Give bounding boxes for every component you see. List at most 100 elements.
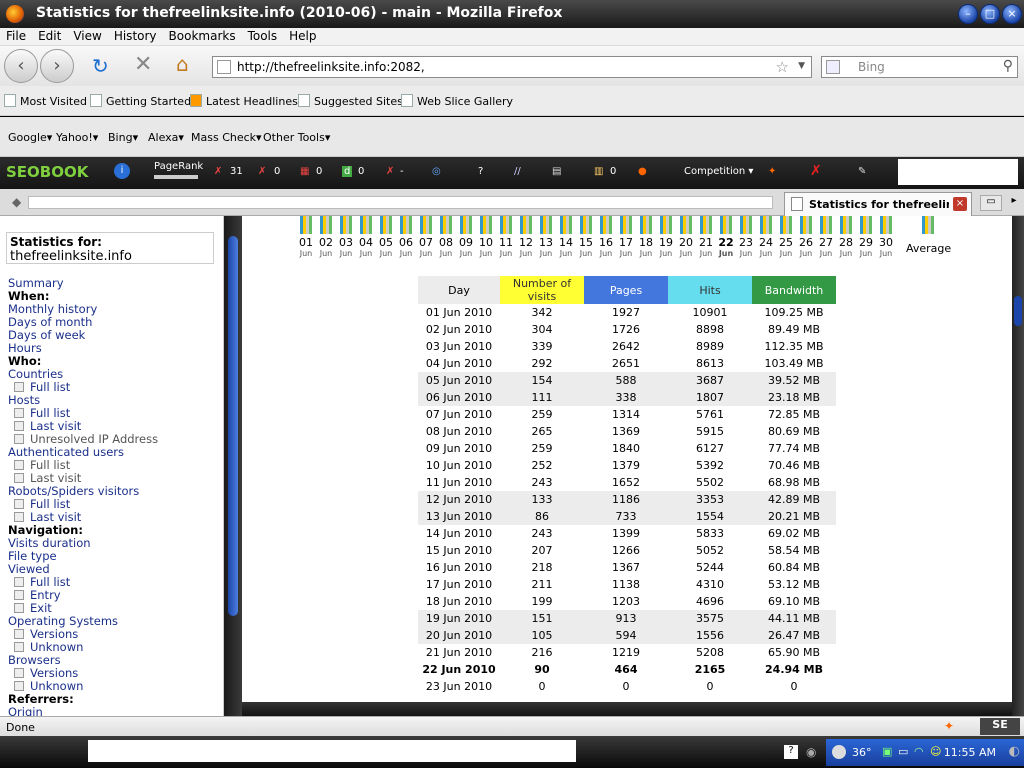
home-icon[interactable]: ⌂ <box>176 52 189 76</box>
weather-icon[interactable] <box>832 745 846 759</box>
scroll-thumb[interactable] <box>228 236 238 616</box>
sidebar-link[interactable]: Entry <box>14 588 61 602</box>
metric-icon[interactable]: ▦ <box>300 166 309 177</box>
sidebar-link[interactable]: Viewed <box>8 562 50 576</box>
seo-status-icon[interactable]: ✦ <box>944 719 954 733</box>
bookmark-web-slice-gallery[interactable]: Web Slice Gallery <box>401 94 513 108</box>
bookmark-most-visited[interactable]: Most Visited <box>4 94 87 108</box>
back-button[interactable]: ‹ <box>4 49 38 83</box>
search-icon[interactable]: ⚲ <box>1003 58 1013 74</box>
sidebar-link[interactable]: Versions <box>14 627 78 641</box>
background-tabs-strip[interactable] <box>28 196 773 209</box>
help-icon[interactable]: ? <box>784 745 798 759</box>
sidebar-link[interactable]: File type <box>8 549 57 563</box>
minimize-button[interactable]: – <box>958 4 978 24</box>
search-box[interactable]: Bing ⚲ <box>821 56 1018 78</box>
sidebar-link[interactable]: Robots/Spiders visitors <box>8 484 139 498</box>
sidebar-link[interactable]: Full list <box>14 575 70 589</box>
seo-status-button[interactable]: SE <box>980 718 1020 735</box>
seobook-logo[interactable]: SEOBOOK <box>6 163 88 181</box>
competition-menu[interactable]: Competition ▾ <box>684 166 753 177</box>
bookmark-getting-started[interactable]: Getting Started <box>90 94 191 108</box>
mass-check-menu[interactable]: Mass Check▾ <box>191 131 262 144</box>
sidebar-link[interactable]: Operating Systems <box>8 614 118 628</box>
search-placeholder[interactable]: Bing <box>858 60 885 74</box>
bookmark-suggested-sites[interactable]: Suggested Sites <box>298 94 403 108</box>
stop-icon[interactable]: ✕ <box>134 52 152 77</box>
smiley-icon[interactable]: ☺ <box>930 745 941 758</box>
target-icon[interactable]: ◎ <box>432 166 441 177</box>
taskbar-window-strip[interactable] <box>88 740 576 762</box>
sidebar-link[interactable]: Full list <box>14 406 70 420</box>
sidebar-link[interactable]: Unresolved IP Address <box>14 432 158 446</box>
url-dropdown-icon[interactable]: ▼ <box>798 61 805 71</box>
notes-icon[interactable]: ✎ <box>858 166 866 177</box>
sidebar-link[interactable]: Browsers <box>8 653 61 667</box>
sidebar-link[interactable]: Unknown <box>14 679 83 693</box>
tab-scroll-button[interactable]: ▸ <box>1006 195 1022 211</box>
sidebar-link[interactable]: Days of month <box>8 315 92 329</box>
menu-history[interactable]: History <box>108 28 163 43</box>
url-bar[interactable]: http://thefreelinksite.info:2082, ☆ ▼ <box>212 56 812 78</box>
alexa-menu[interactable]: Alexa▾ <box>148 131 184 144</box>
sidebar-link[interactable]: Exit <box>14 601 52 615</box>
sidebar-link[interactable]: Authenticated users <box>8 445 124 459</box>
other-tools-menu[interactable]: Other Tools▾ <box>263 131 330 144</box>
menu-file[interactable]: File <box>0 28 32 43</box>
horizontal-scrollbar[interactable] <box>242 702 1012 716</box>
tab-close-icon[interactable]: × <box>953 197 967 211</box>
sidebar-link[interactable]: Hosts <box>8 393 40 407</box>
scroll-thumb[interactable] <box>1014 296 1022 326</box>
sidebar-link[interactable]: Monthly history <box>8 302 97 316</box>
close-x-icon[interactable]: ✗ <box>810 163 822 179</box>
seo-logo-icon[interactable]: ✦ <box>768 166 776 177</box>
menu-edit[interactable]: Edit <box>32 28 67 43</box>
sidebar-link[interactable]: Last visit <box>14 471 81 485</box>
reload-icon[interactable]: ↻ <box>92 54 109 78</box>
search-engine-icon[interactable] <box>826 60 840 74</box>
bing-menu[interactable]: Bing▾ <box>108 131 138 144</box>
metric-icon[interactable]: ✗ <box>214 166 222 177</box>
wifi-icon[interactable]: ◠ <box>914 745 924 758</box>
help-icon[interactable]: ? <box>478 166 483 177</box>
delicious-icon[interactable]: d <box>342 166 353 177</box>
bookmark-star-icon[interactable]: ☆ <box>776 58 789 76</box>
calendar-icon[interactable]: ▤ <box>552 166 561 177</box>
sidebar-link[interactable]: Last visit <box>14 419 81 433</box>
sidebar-link[interactable]: Full list <box>14 458 70 472</box>
metric-icon[interactable]: ✗ <box>386 166 394 177</box>
url-text[interactable]: http://thefreelinksite.info:2082, <box>237 60 425 74</box>
forward-button[interactable]: › <box>40 49 74 83</box>
maximize-button[interactable]: □ <box>980 4 1000 24</box>
menu-tools[interactable]: Tools <box>242 28 284 43</box>
tab-list-button[interactable]: ▭ <box>980 195 1002 211</box>
seo-search-field[interactable] <box>898 159 1018 185</box>
info-icon[interactable]: i <box>114 163 130 179</box>
sidebar-link[interactable]: Summary <box>8 276 64 290</box>
close-window-button[interactable]: × <box>1002 4 1022 24</box>
slash-icon[interactable]: // <box>514 166 521 177</box>
sidebar-link[interactable]: Full list <box>14 497 70 511</box>
tab-statistics[interactable]: Statistics for thefreelin... × <box>784 192 972 216</box>
chart-icon[interactable]: ▥ <box>594 166 603 177</box>
sidebar-link[interactable]: Full list <box>14 380 70 394</box>
sidebar-scrollbar[interactable] <box>224 216 242 716</box>
sidebar-link[interactable]: Unknown <box>14 640 83 654</box>
sidebar-link[interactable]: Versions <box>14 666 78 680</box>
sidebar-link[interactable]: Visits duration <box>8 536 91 550</box>
volume-icon[interactable]: ◉ <box>806 745 816 759</box>
menu-view[interactable]: View <box>67 28 107 43</box>
metric-icon[interactable]: ✗ <box>258 166 266 177</box>
bookmark-latest-headlines[interactable]: Latest Headlines <box>190 94 298 108</box>
yahoo-menu[interactable]: Yahoo!▾ <box>56 131 98 144</box>
network-icon[interactable]: ▣ <box>882 745 892 758</box>
display-icon[interactable]: ▭ <box>898 745 908 758</box>
flame-icon[interactable]: ● <box>638 166 647 177</box>
sidebar-link[interactable]: Hours <box>8 341 42 355</box>
shutdown-icon[interactable]: ◐ <box>1009 744 1020 759</box>
sidebar-link[interactable]: Countries <box>8 367 63 381</box>
menu-bookmarks[interactable]: Bookmarks <box>163 28 242 43</box>
google-menu[interactable]: Google▾ <box>8 131 52 144</box>
main-scrollbar[interactable] <box>1012 216 1024 716</box>
sidebar-link[interactable]: Origin <box>8 705 43 716</box>
